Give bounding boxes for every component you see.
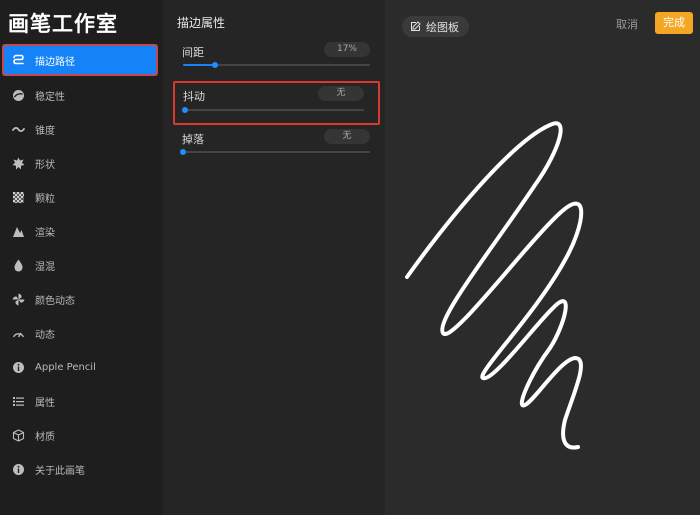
sidebar-item-material[interactable]: 材质 bbox=[0, 418, 163, 452]
grain-icon bbox=[12, 191, 25, 204]
sidebar-item-grain[interactable]: 颗粒 bbox=[0, 180, 163, 214]
sidebar-item-properties[interactable]: 属性 bbox=[0, 384, 163, 418]
jitter-setting: 抖动 无 bbox=[173, 81, 380, 125]
slider-knob[interactable] bbox=[211, 62, 218, 68]
brush-stroke-preview bbox=[405, 121, 584, 450]
rendering-icon bbox=[12, 225, 25, 238]
sidebar-item-label: 锥度 bbox=[35, 125, 55, 137]
sidebar-item-stroke-path[interactable]: 描边路径 bbox=[2, 44, 158, 76]
dynamics-icon bbox=[12, 327, 25, 340]
material-icon bbox=[12, 428, 25, 442]
slider-knob[interactable] bbox=[180, 149, 186, 155]
sidebar-item-rendering[interactable]: 渲染 bbox=[0, 214, 163, 248]
setting-label: 抖动 bbox=[183, 90, 205, 103]
taper-icon bbox=[12, 123, 25, 136]
sidebar-item-dynamics[interactable]: 动态 bbox=[0, 316, 163, 350]
sidebar-item-apple-pencil[interactable]: Apple Pencil bbox=[0, 350, 163, 384]
about-icon bbox=[12, 463, 25, 476]
stroke-path-icon bbox=[12, 54, 25, 67]
falloff-slider[interactable] bbox=[180, 149, 370, 155]
properties-icon bbox=[12, 395, 25, 408]
sidebar-item-label: 稳定性 bbox=[35, 91, 65, 103]
sidebar-list: 描边路径 稳定性 锥度 形状 颗粒 渲染 湿混 颜色动态 动态 Apple Pe… bbox=[0, 44, 163, 486]
setting-label: 间距 bbox=[182, 46, 204, 59]
sidebar-item-color-dynamics[interactable]: 颜色动态 bbox=[0, 282, 163, 316]
slider-fill bbox=[183, 64, 215, 66]
sidebar-item-label: 描边路径 bbox=[35, 56, 75, 68]
sidebar-item-label: 属性 bbox=[35, 397, 55, 409]
sidebar-item-label: Apple Pencil bbox=[35, 361, 96, 373]
sidebar-item-wet-mix[interactable]: 湿混 bbox=[0, 248, 163, 282]
shape-icon bbox=[12, 157, 25, 170]
sidebar-item-stabilization[interactable]: 稳定性 bbox=[0, 78, 163, 112]
wet-mix-icon bbox=[12, 259, 25, 272]
sidebar-item-label: 颗粒 bbox=[35, 193, 55, 205]
falloff-setting: 掉落 无 bbox=[176, 127, 370, 167]
setting-value[interactable]: 无 bbox=[324, 129, 370, 144]
drawing-pad[interactable]: 绘图板 取消 完成 bbox=[385, 0, 700, 515]
jitter-slider[interactable] bbox=[182, 107, 364, 113]
panel-title: 描边属性 bbox=[177, 16, 226, 30]
apple-pencil-icon bbox=[12, 361, 25, 374]
setting-value[interactable]: 无 bbox=[318, 86, 364, 101]
sidebar-item-label: 关于此画笔 bbox=[35, 465, 85, 477]
sidebar-item-label: 动态 bbox=[35, 329, 55, 341]
stabilization-icon bbox=[12, 89, 25, 102]
sidebar-item-label: 湿混 bbox=[35, 261, 55, 273]
slider-knob[interactable] bbox=[182, 107, 188, 113]
sidebar-item-shape[interactable]: 形状 bbox=[0, 146, 163, 180]
sidebar-item-label: 渲染 bbox=[35, 227, 55, 239]
spacing-setting: 间距 17% bbox=[176, 40, 370, 80]
sidebar-item-label: 材质 bbox=[35, 431, 55, 443]
settings-panel: 描边属性 间距 17% 抖动 无 掉落 无 bbox=[163, 0, 385, 515]
spacing-slider[interactable] bbox=[183, 62, 370, 68]
sidebar: 画笔工作室 描边路径 稳定性 锥度 形状 颗粒 渲染 湿混 颜色动态 动态 Ap… bbox=[0, 0, 163, 515]
setting-label: 掉落 bbox=[182, 133, 204, 146]
sidebar-item-taper[interactable]: 锥度 bbox=[0, 112, 163, 146]
setting-value[interactable]: 17% bbox=[324, 42, 370, 57]
app-title: 画笔工作室 bbox=[8, 12, 118, 36]
sidebar-item-about[interactable]: 关于此画笔 bbox=[0, 452, 163, 486]
color-dynamics-icon bbox=[12, 293, 25, 306]
sidebar-item-label: 颜色动态 bbox=[35, 295, 75, 307]
sidebar-item-label: 形状 bbox=[35, 159, 55, 171]
